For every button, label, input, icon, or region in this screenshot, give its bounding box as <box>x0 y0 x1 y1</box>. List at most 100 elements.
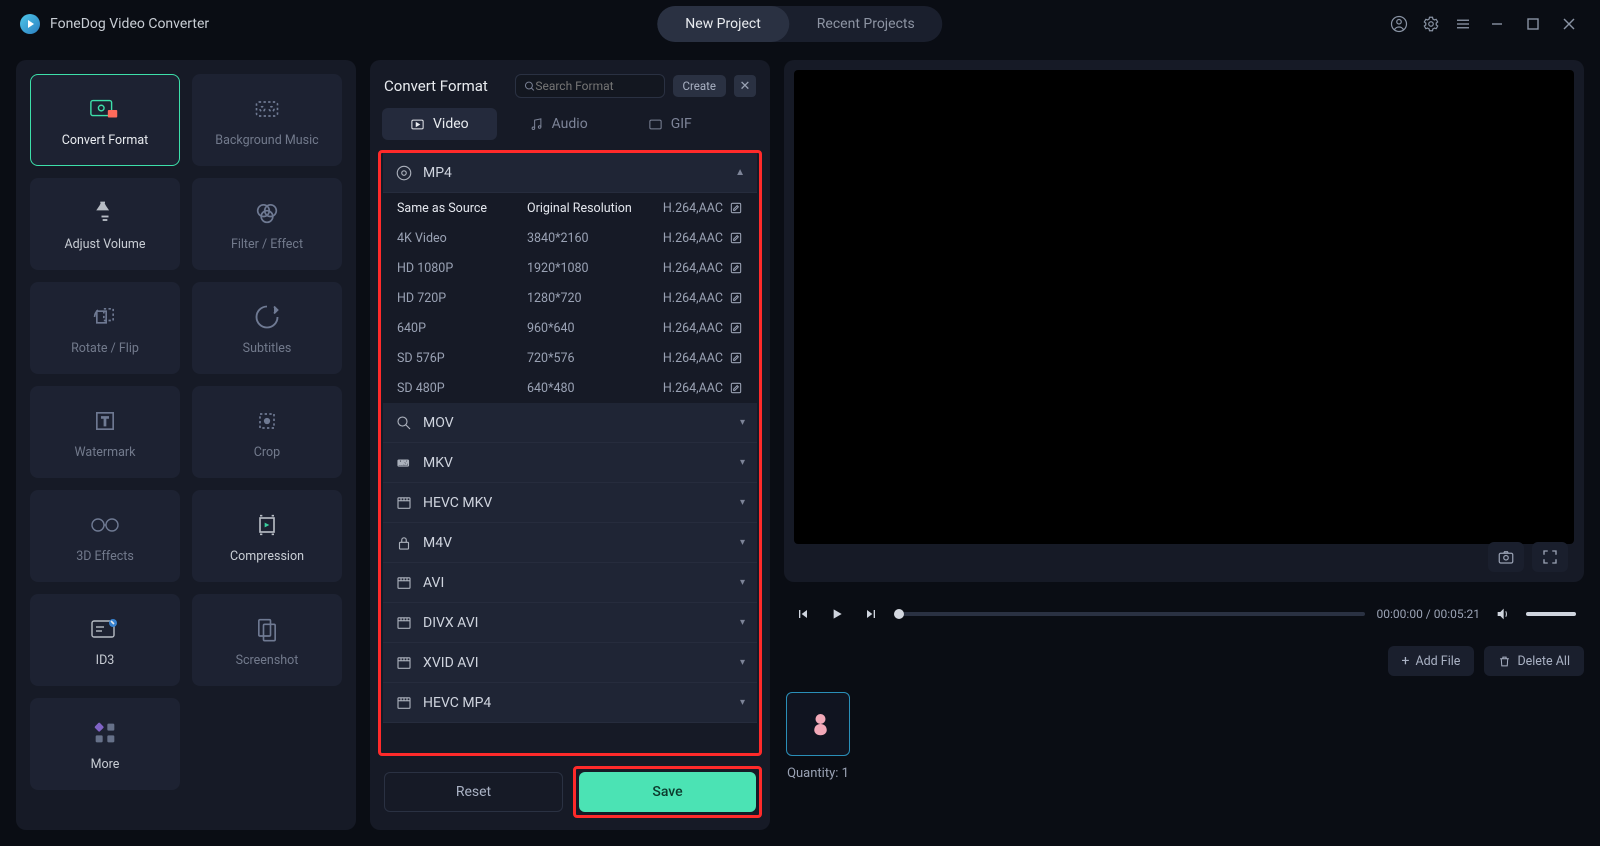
tool-compression[interactable]: Compression <box>192 490 342 582</box>
edit-icon[interactable] <box>729 201 743 215</box>
tool-subtitles[interactable]: Subtitles <box>192 282 342 374</box>
format-group-hevc-mp4[interactable]: HEVC MP4▾ <box>383 683 757 723</box>
tool-label: Crop <box>254 445 280 460</box>
tool-more[interactable]: More <box>30 698 180 790</box>
tool-id3[interactable]: ID3 <box>30 594 180 686</box>
close-window-button[interactable] <box>1558 13 1580 35</box>
tool-label: Filter / Effect <box>231 237 303 252</box>
tool-filter-effect[interactable]: Filter / Effect <box>192 178 342 270</box>
tool-3d-effects[interactable]: 3D Effects <box>30 490 180 582</box>
tool-label: ID3 <box>96 653 115 668</box>
edit-icon[interactable] <box>729 321 743 335</box>
seek-bar[interactable] <box>894 612 1365 616</box>
edit-icon[interactable] <box>729 231 743 245</box>
volume-slider[interactable] <box>1526 612 1576 616</box>
format-tab-audio-label: Audio <box>552 116 588 132</box>
tool-background-music[interactable]: Background Music <box>192 74 342 166</box>
tool-watermark[interactable]: TWatermark <box>30 386 180 478</box>
format-tab-video-label: Video <box>433 116 469 132</box>
menu-icon[interactable] <box>1454 15 1472 33</box>
reset-button[interactable]: Reset <box>384 772 563 812</box>
add-file-button[interactable]: +Add File <box>1388 646 1475 676</box>
timecode: 00:00:00 / 00:05:21 <box>1377 607 1480 621</box>
tool-label: 3D Effects <box>76 549 134 564</box>
format-group-hevc-mkv[interactable]: HEVC MKV▾ <box>383 483 757 523</box>
tool-label: Background Music <box>215 133 318 148</box>
convert-format-panel: Convert Format Create ✕ Video Audio GIF <box>370 60 770 830</box>
tool-label: Adjust Volume <box>64 237 145 252</box>
account-icon[interactable] <box>1390 15 1408 33</box>
queue-item[interactable]: Quantity: 1 <box>786 692 850 781</box>
subtitles-icon <box>251 301 283 333</box>
maximize-button[interactable] <box>1522 13 1544 35</box>
video-preview <box>784 60 1584 582</box>
edit-icon[interactable] <box>729 291 743 305</box>
panel-title: Convert Format <box>384 77 488 95</box>
tool-adjust-volume[interactable]: Adjust Volume <box>30 178 180 270</box>
video-canvas <box>794 70 1574 544</box>
search-format-input[interactable] <box>515 74 665 98</box>
tool-rotate-flip[interactable]: Rotate / Flip <box>30 282 180 374</box>
format-option[interactable]: HD 720P1280*720H.264,AAC <box>383 283 757 313</box>
3d-effects-icon <box>89 509 121 541</box>
tool-screenshot[interactable]: Screenshot <box>192 594 342 686</box>
app-logo <box>20 14 40 34</box>
settings-icon[interactable] <box>1422 15 1440 33</box>
format-option[interactable]: HD 1080P1920*1080H.264,AAC <box>383 253 757 283</box>
format-tab-audio[interactable]: Audio <box>501 108 616 140</box>
format-option[interactable]: 4K Video3840*2160H.264,AAC <box>383 223 757 253</box>
compression-icon <box>251 509 283 541</box>
format-group-m4v[interactable]: M4V▾ <box>383 523 757 563</box>
format-option[interactable]: SD 480P640*480H.264,AAC <box>383 373 757 403</box>
fullscreen-button[interactable] <box>1532 542 1568 572</box>
format-tab-gif-label: GIF <box>671 116 692 132</box>
volume-icon[interactable] <box>1492 603 1514 625</box>
prev-button[interactable] <box>792 603 814 625</box>
format-group-mkv[interactable]: MKVMKV▾ <box>383 443 757 483</box>
format-option[interactable]: 640P960*640H.264,AAC <box>383 313 757 343</box>
file-queue: Quantity: 1 <box>784 686 1584 830</box>
search-field[interactable] <box>535 79 655 93</box>
delete-all-button[interactable]: Delete All <box>1484 646 1584 676</box>
quantity-label: Quantity: 1 <box>787 766 849 781</box>
format-group-mov[interactable]: MOV▾ <box>383 403 757 443</box>
edit-icon[interactable] <box>729 351 743 365</box>
minimize-button[interactable] <box>1486 13 1508 35</box>
save-button[interactable]: Save <box>579 772 756 812</box>
app-title: FoneDog Video Converter <box>50 16 209 32</box>
watermark-icon: T <box>89 405 121 437</box>
next-button[interactable] <box>860 603 882 625</box>
format-group-divx-avi[interactable]: DIVX AVI▾ <box>383 603 757 643</box>
snapshot-button[interactable] <box>1488 542 1524 572</box>
format-option[interactable]: Same as SourceOriginal ResolutionH.264,A… <box>383 193 757 223</box>
convert-format-icon <box>89 93 121 125</box>
format-group-avi[interactable]: AVI▾ <box>383 563 757 603</box>
tool-label: Convert Format <box>62 133 149 148</box>
svg-text:MKV: MKV <box>398 460 408 466</box>
tool-label: Rotate / Flip <box>71 341 139 356</box>
tool-label: More <box>91 757 120 772</box>
tool-label: Compression <box>230 549 304 564</box>
filter-effect-icon <box>251 197 283 229</box>
tool-convert-format[interactable]: Convert Format <box>30 74 180 166</box>
close-panel-button[interactable]: ✕ <box>734 75 756 97</box>
tool-label: Screenshot <box>236 653 299 668</box>
edit-icon[interactable] <box>729 381 743 395</box>
format-group-xvid-avi[interactable]: XVID AVI▾ <box>383 643 757 683</box>
tool-crop[interactable]: Crop <box>192 386 342 478</box>
format-option[interactable]: SD 576P720*576H.264,AAC <box>383 343 757 373</box>
play-button[interactable] <box>826 603 848 625</box>
create-button[interactable]: Create <box>673 75 727 97</box>
format-tab-gif[interactable]: GIF <box>620 108 720 140</box>
playback-controls: 00:00:00 / 00:05:21 <box>784 592 1584 636</box>
rotate-flip-icon <box>89 301 121 333</box>
screenshot-icon <box>251 613 283 645</box>
format-group-mp4[interactable]: MP4▲ <box>383 153 757 193</box>
edit-icon[interactable] <box>729 261 743 275</box>
tab-recent-projects[interactable]: Recent Projects <box>789 6 943 42</box>
id3-icon <box>89 613 121 645</box>
tab-new-project[interactable]: New Project <box>657 6 789 42</box>
adjust-volume-icon <box>89 197 121 229</box>
tools-sidebar: Convert Format Background Music Adjust Vol… <box>16 60 356 830</box>
format-tab-video[interactable]: Video <box>382 108 497 140</box>
